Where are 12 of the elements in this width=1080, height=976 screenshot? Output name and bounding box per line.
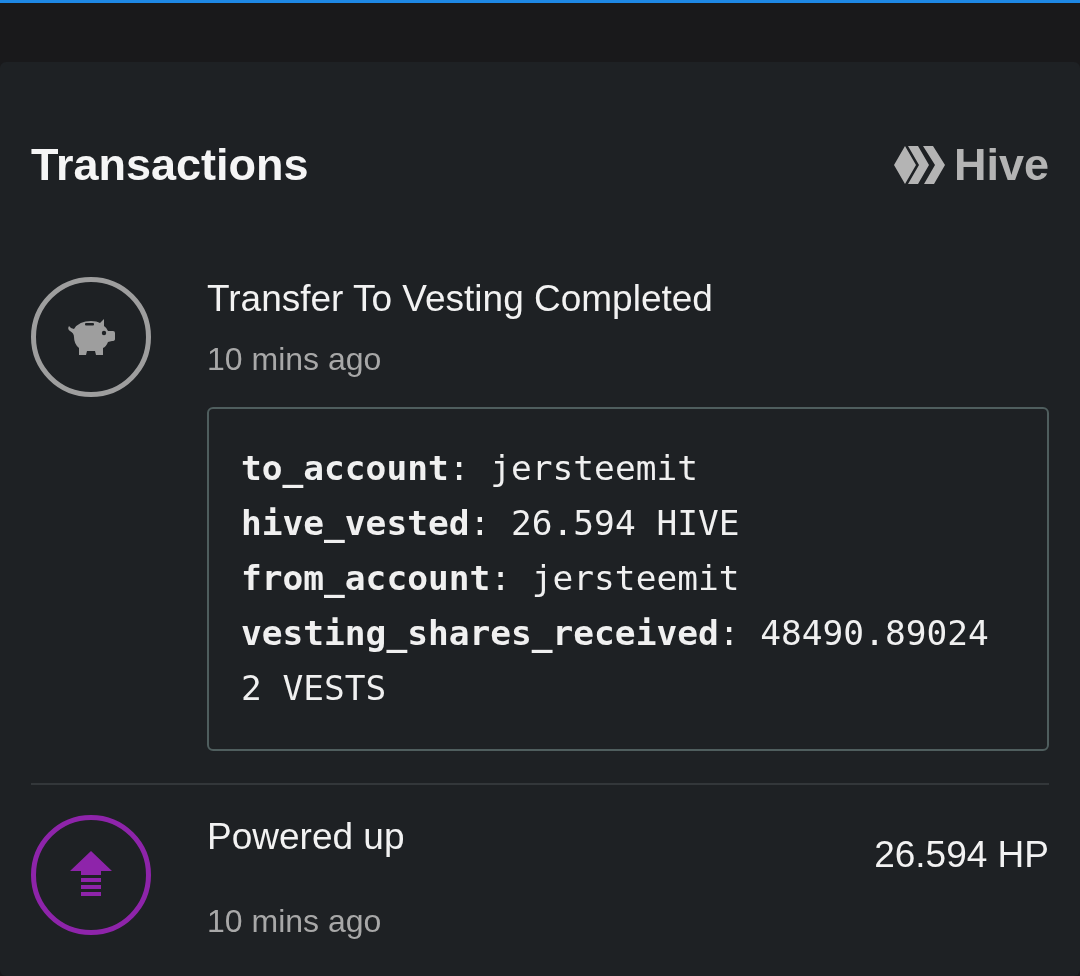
timestamp: 10 mins ago	[207, 901, 383, 941]
detail-line: vesting_shares_received: 48490.890242 VESTS	[241, 612, 990, 711]
transaction-title: Transfer To Vesting Completed	[207, 277, 713, 321]
network-name: Hive	[953, 137, 1049, 192]
amount: 26.594 HP	[874, 833, 1049, 878]
detail-line: hive_vested: 26.594 HIVE	[241, 502, 741, 546]
detail-line: from_account: jersteemit	[241, 557, 741, 601]
detail-line: to_account: jersteemit	[241, 447, 699, 491]
section-title: Transactions	[31, 137, 309, 192]
transaction-title: Powered up	[207, 815, 405, 860]
timestamp: 10 mins ago	[207, 340, 383, 380]
piggy-bank-icon	[67, 317, 115, 357]
